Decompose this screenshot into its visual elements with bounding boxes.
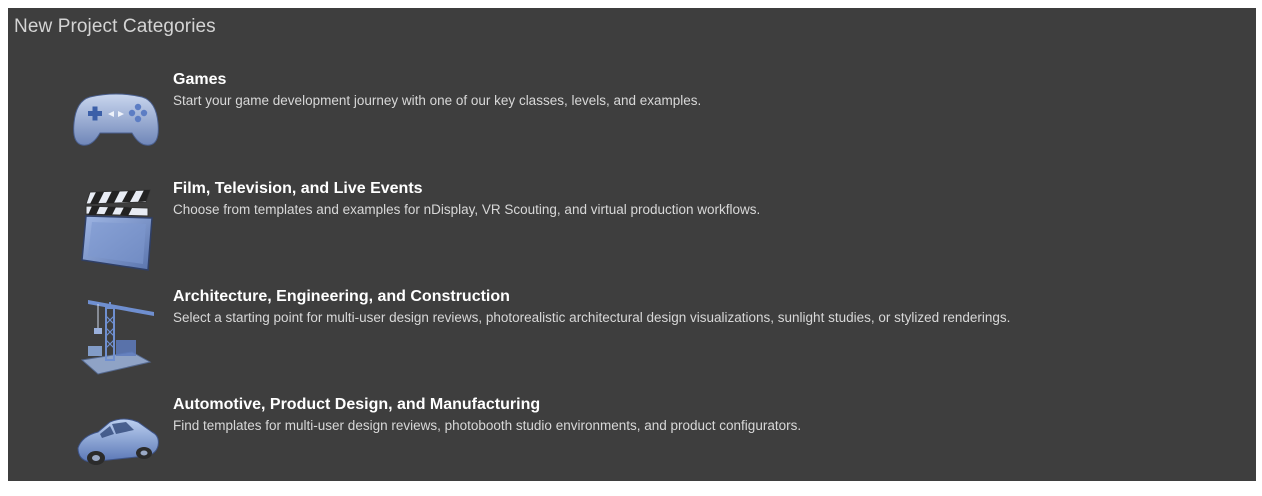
category-title: Film, Television, and Live Events [173,180,423,197]
category-title: Games [173,71,227,88]
construction-crane-icon [68,288,164,384]
category-games[interactable]: Games Start your game development journe… [68,71,1238,171]
category-description: Find templates for multi-user design rev… [173,418,802,433]
category-description: Choose from templates and examples for n… [173,202,761,217]
category-film-television-live-events[interactable]: Film, Television, and Live Events Choose… [68,180,1238,280]
car-icon [68,396,164,492]
category-title: Automotive, Product Design, and Manufact… [173,396,541,413]
category-description: Select a starting point for multi-user d… [173,310,1011,325]
category-description: Start your game development journey with… [173,93,702,108]
category-architecture-engineering-construction[interactable]: Architecture, Engineering, and Construct… [68,288,1238,388]
clapperboard-icon [68,180,164,276]
category-title: Architecture, Engineering, and Construct… [173,288,510,305]
gamepad-icon [68,71,164,167]
panel-title: New Project Categories [14,16,216,37]
category-automotive-product-design-manufacturing[interactable]: Automotive, Product Design, and Manufact… [68,396,1238,496]
new-project-categories-panel: New Project Categories Games Start your … [8,8,1256,481]
